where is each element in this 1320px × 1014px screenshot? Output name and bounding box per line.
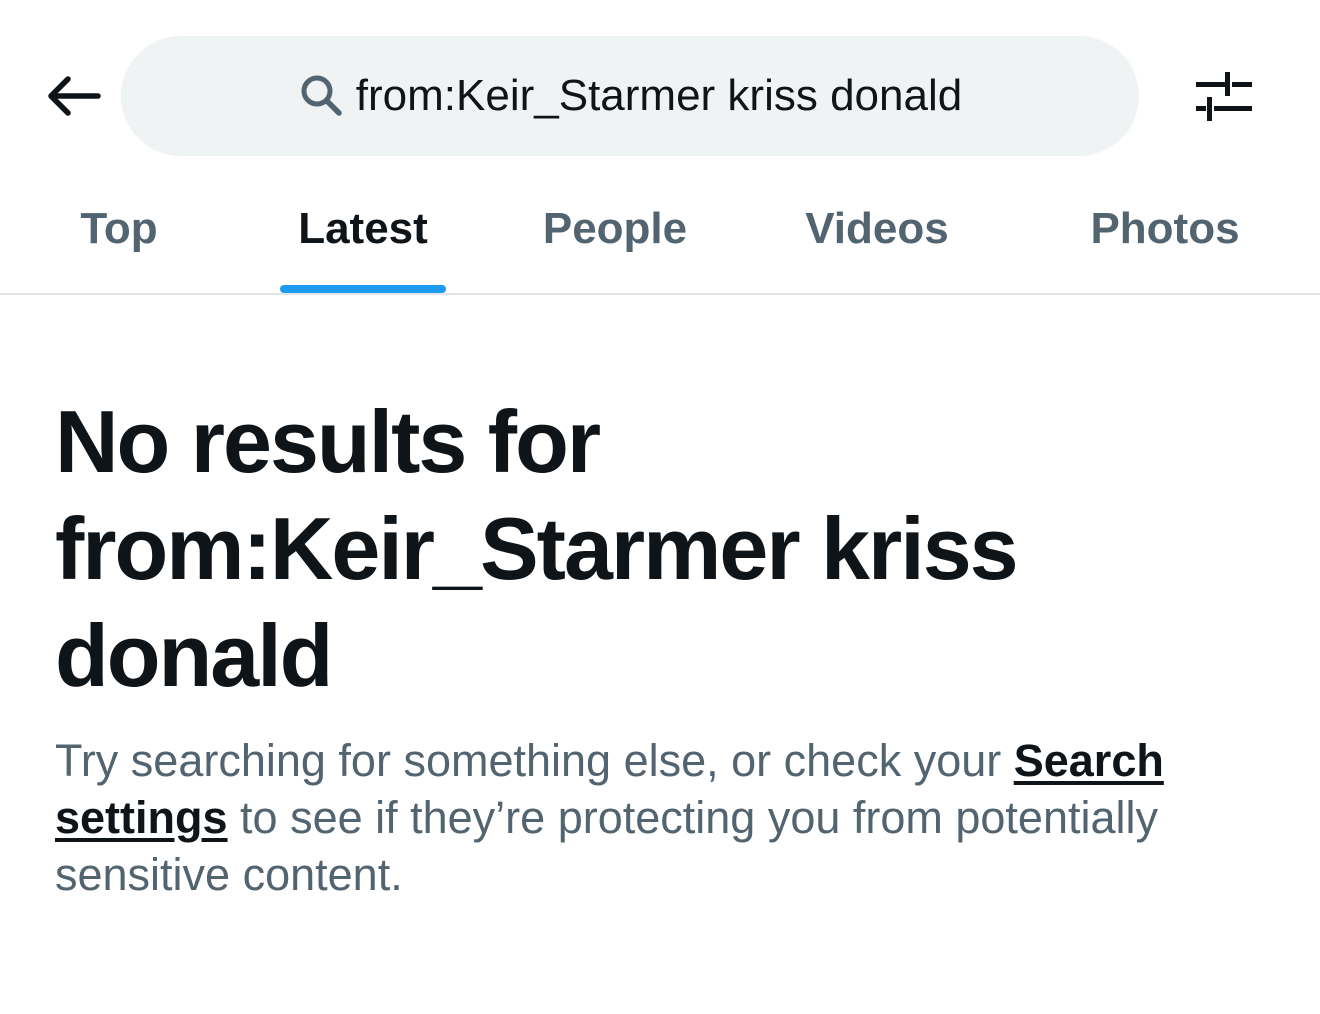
back-button[interactable]: [40, 66, 106, 126]
tab-label: People: [542, 204, 688, 253]
tab-label: Photos: [1090, 204, 1240, 253]
active-tab-indicator: [280, 285, 446, 293]
message-before-link: Try searching for something else, or che…: [55, 735, 1014, 786]
search-query-text: from:Keir_Starmer kriss donald: [355, 71, 963, 120]
no-results-heading: No results for from:Keir_Starmer kriss do…: [55, 388, 1255, 709]
tab-latest[interactable]: Latest: [270, 190, 456, 293]
tab-label: Top: [80, 204, 158, 253]
back-arrow-icon: [48, 76, 101, 116]
search-filter-sliders-icon: [1196, 72, 1252, 121]
tab-videos[interactable]: Videos: [780, 190, 974, 293]
search-filter-button[interactable]: [1190, 62, 1258, 130]
tab-label: Videos: [805, 204, 949, 253]
no-results-query: from:Keir_Starmer kriss donald: [55, 499, 1019, 705]
search-icon: [298, 72, 344, 118]
tab-photos[interactable]: Photos: [1070, 190, 1260, 293]
tab-top[interactable]: Top: [60, 190, 178, 293]
search-tabs: Top Latest People Videos Photos: [0, 190, 1320, 295]
search-header: from:Keir_Starmer kriss donald: [0, 0, 1320, 190]
no-results-message: Try searching for something else, or che…: [55, 732, 1275, 903]
search-input[interactable]: from:Keir_Starmer kriss donald: [121, 36, 1139, 156]
tab-label: Latest: [298, 204, 428, 253]
no-results-prefix: No results for: [55, 392, 601, 491]
tab-people[interactable]: People: [520, 190, 710, 293]
